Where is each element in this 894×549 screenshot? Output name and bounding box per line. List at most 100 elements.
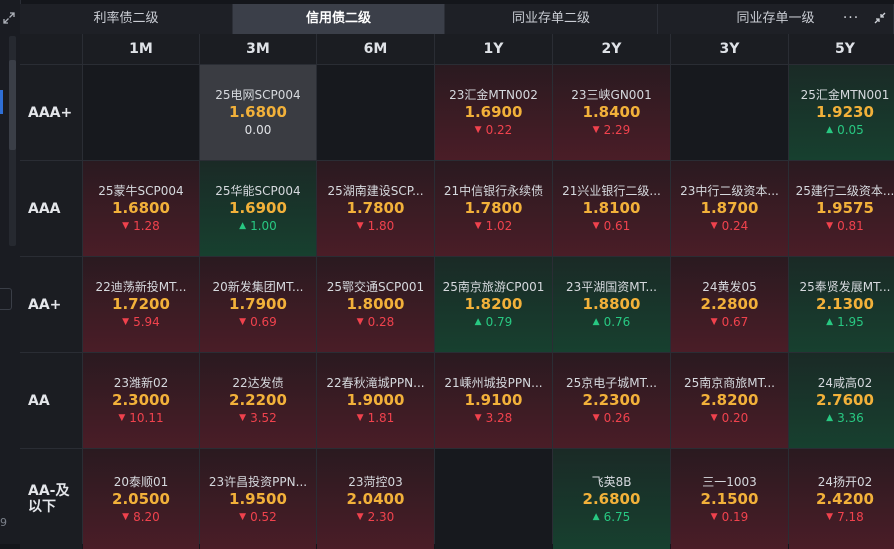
bond-yield: 2.6800 [582,489,641,508]
down-arrow-icon: ▼ [826,511,834,522]
column-header[interactable]: 6M [317,34,434,64]
bond-cell[interactable]: 23潍新02 2.3000 ▼ 10.11 [83,353,199,448]
bond-cell[interactable]: 飞英8B 2.6800 ▲ 6.75 [553,449,670,549]
yield-change-value: 0.20 [721,411,749,425]
yield-change: ▼ 1.81 [357,410,395,426]
bond-yield: 2.8200 [700,391,759,409]
yield-change-value: 5.94 [133,315,160,329]
yield-change: ▼ 0.61 [593,218,631,234]
yield-change-value: 0.19 [721,509,749,524]
more-icon[interactable]: ··· [838,4,864,34]
column-header[interactable]: 2Y [553,34,670,64]
bond-yield: 2.2800 [700,295,759,313]
yield-change-value: 2.30 [367,509,395,524]
bond-name: 20新发集团MT... [212,280,304,294]
grid-cell-empty [671,65,788,160]
column-header[interactable]: 3M [200,34,316,64]
bond-cell[interactable]: 20泰顺01 2.0500 ▼ 8.20 [83,449,199,549]
tab-0[interactable]: 利率债二级 [20,4,233,34]
yield-change-value: 3.52 [250,411,277,425]
bond-yield: 1.6900 [464,103,523,121]
yield-change: ▼ 10.11 [118,410,163,426]
yield-change: ▼ 1.28 [122,218,160,234]
bond-name: 21中信银行永续债 [443,184,544,198]
tab-1[interactable]: 信用债二级 [233,4,445,34]
bond-name: 25奉贤发展MT... [799,280,891,294]
grid-cell-empty [435,449,552,549]
bond-cell[interactable]: 21兴业银行二级... 1.8100 ▼ 0.61 [553,161,670,256]
left-panel-box[interactable] [0,288,12,310]
bond-cell[interactable]: 24黄发05 2.2800 ▼ 0.67 [671,257,788,352]
column-header[interactable]: 3Y [671,34,788,64]
bond-name: 21嵊州城投PPN... [444,376,543,390]
bond-cell[interactable]: 22迪荡新投MT... 1.7200 ▼ 5.94 [83,257,199,352]
yield-change-value: 0.67 [721,315,749,329]
bond-yield: 1.7800 [464,199,523,217]
grid-cell-empty [317,65,434,160]
yield-change-value: 3.36 [837,411,864,425]
yield-change: ▲ 1.95 [826,314,864,330]
bond-name: 25湖南建设SCP... [327,184,424,198]
down-arrow-icon: ▼ [474,221,482,231]
bond-cell[interactable]: 25鄂交通SCP001 1.8000 ▼ 0.28 [317,257,434,352]
bond-name: 22迪荡新投MT... [95,280,187,294]
bond-cell[interactable]: 23中行二级资本... 1.8700 ▼ 0.24 [671,161,788,256]
bond-cell[interactable]: 24扬开02 2.4200 ▼ 7.18 [789,449,894,549]
bond-name: 25华能SCP004 [215,184,301,198]
bond-cell[interactable]: 25汇金MTN001 1.9230 ▲ 0.05 [789,65,894,160]
bond-cell[interactable]: 21嵊州城投PPN... 1.9100 ▼ 3.28 [435,353,552,448]
down-arrow-icon: ▼ [592,125,600,135]
bond-cell[interactable]: 24咸高02 2.7600 ▲ 3.36 [789,353,894,448]
bond-name: 23中行二级资本... [680,184,779,198]
yield-change-value: 10.11 [129,411,164,425]
bond-yield: 1.6800 [112,199,170,217]
bond-cell[interactable]: 23三峡GN001 1.8400 ▼ 2.29 [553,65,670,160]
bond-cell[interactable]: 20新发集团MT... 1.7900 ▼ 0.69 [200,257,316,352]
bond-cell[interactable]: 三一1003 2.1500 ▼ 0.19 [671,449,788,549]
bond-cell[interactable]: 22达发债 2.2200 ▼ 3.52 [200,353,316,448]
yield-change: ▼ 2.29 [593,122,631,138]
bond-name: 25京电子城MT... [566,376,657,390]
column-header[interactable]: 1Y [435,34,552,64]
bond-cell[interactable]: 21中信银行永续债 1.7800 ▼ 1.02 [435,161,552,256]
up-arrow-icon: ▲ [826,317,834,327]
bond-yield: 1.7200 [112,295,170,313]
down-arrow-icon: ▼ [356,413,364,423]
yield-change: ▼ 0.20 [711,410,749,426]
expand-icon[interactable] [3,12,15,24]
column-header[interactable]: 5Y [789,34,894,64]
down-arrow-icon: ▼ [356,317,364,327]
bond-cell[interactable]: 25南京旅游CP001 1.8200 ▲ 0.79 [435,257,552,352]
bond-cell[interactable]: 23许昌投资PPN... 1.9500 ▼ 0.52 [200,449,316,549]
row-label: AA [20,353,82,448]
bond-cell[interactable]: 25奉贤发展MT... 2.1300 ▲ 1.95 [789,257,894,352]
yield-change: ▼ 8.20 [122,509,160,525]
yield-change: ▼ 1.80 [357,218,395,234]
tab-2[interactable]: 同业存单二级 [445,4,658,34]
yield-change: ▲ 0.76 [593,314,631,330]
bond-yield: 1.9230 [816,103,874,121]
bond-cell[interactable]: 23菏控03 2.0400 ▼ 2.30 [317,449,434,549]
yield-change-value: 0.28 [367,315,395,329]
bond-cell[interactable]: 25蒙牛SCP004 1.6800 ▼ 1.28 [83,161,199,256]
left-scrollbar-thumb[interactable] [9,60,16,150]
bond-cell[interactable]: 25电网SCP004 1.6800 0.00 [200,65,316,160]
yield-change-value: 0.79 [485,315,513,329]
bond-cell[interactable]: 25湖南建设SCP... 1.7800 ▼ 1.80 [317,161,434,256]
collapse-icon[interactable] [874,12,886,24]
yield-change: ▼ 3.52 [239,410,277,426]
bond-cell[interactable]: 25建行二级资本... 1.9575 ▼ 0.81 [789,161,894,256]
yield-change: ▼ 0.19 [711,509,749,525]
bond-cell[interactable]: 22春秋滝城PPN... 1.9000 ▼ 1.81 [317,353,434,448]
bond-cell[interactable]: 25华能SCP004 1.6900 ▲ 1.00 [200,161,316,256]
bond-yield: 1.9000 [346,391,405,409]
yield-change: ▼ 0.24 [711,218,749,234]
yield-change: ▲ 0.05 [826,122,864,138]
bond-cell[interactable]: 25南京商旅MT... 2.8200 ▼ 0.20 [671,353,788,448]
bond-cell[interactable]: 23汇金MTN002 1.6900 ▼ 0.22 [435,65,552,160]
yield-change-value: 0.61 [603,219,631,233]
yield-change-value: 7.18 [837,509,864,524]
bond-cell[interactable]: 25京电子城MT... 2.2300 ▼ 0.26 [553,353,670,448]
bond-cell[interactable]: 23平湖国资MT... 1.8800 ▲ 0.76 [553,257,670,352]
column-header[interactable]: 1M [83,34,199,64]
